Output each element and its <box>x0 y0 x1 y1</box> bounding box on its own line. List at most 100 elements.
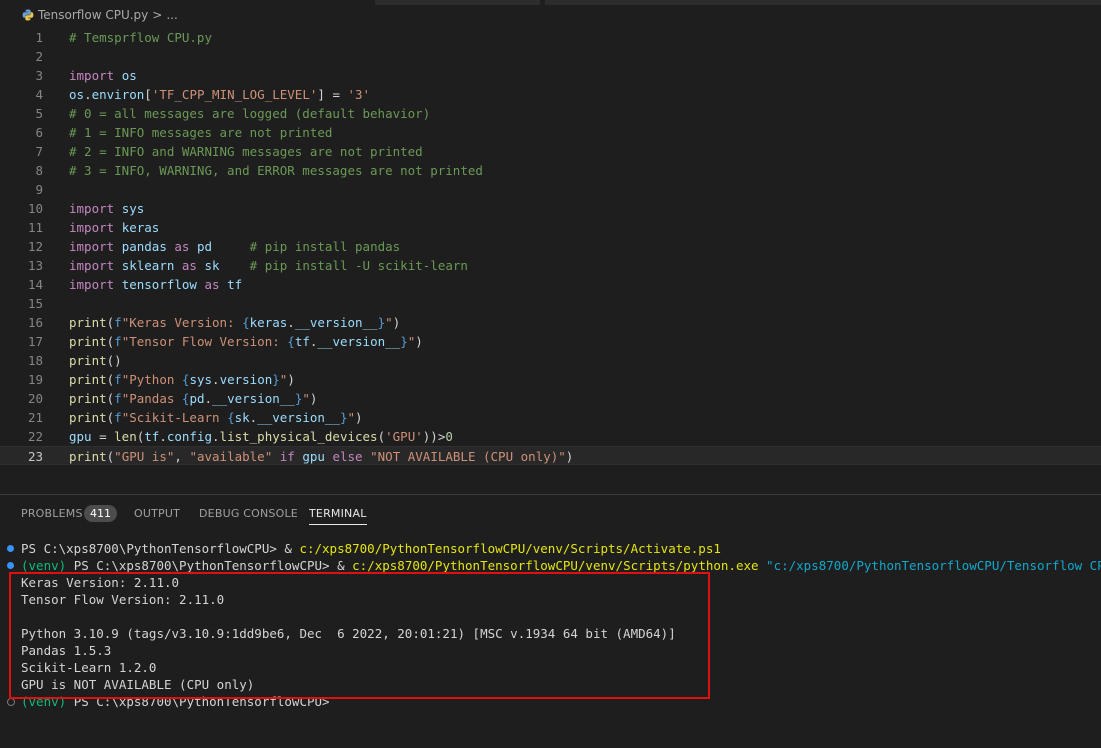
command-decoration-icon[interactable] <box>7 562 14 569</box>
code-editor[interactable]: 1 # Temsprflow CPU.py 2 3 import os 4 os.envir… <box>0 28 1101 488</box>
code-line[interactable]: 10 import sys <box>0 199 1101 218</box>
code-token: os <box>121 68 137 83</box>
line-number: 16 <box>27 315 43 330</box>
code-line[interactable]: 4 os.environ['TF_CPP_MIN_LOG_LEVEL'] = '3… <box>0 85 1101 104</box>
code-text: gpu = len(tf.config.list_physical_device… <box>69 427 453 446</box>
code-line[interactable]: 1 # Temsprflow CPU.py <box>0 28 1101 47</box>
code-token: "NOT AVAILABLE (CPU only)" <box>370 449 566 464</box>
code-line[interactable]: 3 import os <box>0 66 1101 85</box>
code-line[interactable]: 22 gpu = len(tf.config.list_physical_devi… <box>0 427 1101 446</box>
code-token: __version__ <box>257 410 340 425</box>
code-text: print(f"Tensor Flow Version: {tf.__versi… <box>69 332 423 351</box>
code-token: # pip install -U scikit-learn <box>249 258 468 273</box>
code-token: } <box>339 410 348 425</box>
code-line[interactable]: 15 <box>0 294 1101 313</box>
code-token: import <box>69 277 115 292</box>
code-token: ) <box>355 410 363 425</box>
line-number: 21 <box>27 410 43 425</box>
code-token: # pip install pandas <box>249 239 401 254</box>
code-line[interactable]: 9 <box>0 180 1101 199</box>
code-token: " <box>385 315 393 330</box>
terminal-token: PS C:\xps8700\PythonTensorflowCPU> & <box>21 541 300 556</box>
line-number: 20 <box>27 391 43 406</box>
line-number: 10 <box>27 201 43 216</box>
code-line[interactable]: 16 print(f"Keras Version: {keras.__versio… <box>0 313 1101 332</box>
tab-output[interactable]: OUTPUT <box>134 507 180 520</box>
code-token: , <box>174 449 190 464</box>
code-token: len <box>114 429 137 444</box>
code-token: ) <box>565 449 574 464</box>
code-token: 'GPU' <box>385 429 423 444</box>
code-token: import <box>69 239 115 254</box>
tab-debug-console[interactable]: DEBUG CONSOLE <box>199 507 298 520</box>
command-decoration-icon[interactable] <box>7 698 15 706</box>
line-number: 14 <box>27 277 43 292</box>
code-token: as <box>181 258 197 273</box>
command-decoration-icon[interactable] <box>7 545 14 552</box>
code-token: print <box>69 353 107 368</box>
code-token: tf <box>227 277 243 292</box>
line-number: 22 <box>27 429 43 444</box>
code-token: sk <box>204 258 220 273</box>
code-line[interactable]: 20 print(f"Pandas {pd.__version__}") <box>0 389 1101 408</box>
code-token: 0 <box>445 429 453 444</box>
code-token: { <box>287 334 295 349</box>
python-file-icon <box>22 9 34 21</box>
line-number: 15 <box>27 296 43 311</box>
code-token: keras <box>249 315 288 330</box>
code-line[interactable]: 23 print("GPU is", "available" if gpu els… <box>0 446 1101 465</box>
code-line[interactable]: 6 # 1 = INFO messages are not printed <box>0 123 1101 142</box>
code-line[interactable]: 12 import pandas as pd # pip install pand… <box>0 237 1101 256</box>
code-token: # 1 = INFO messages are not printed <box>69 125 333 140</box>
code-token: "GPU is" <box>114 449 175 464</box>
code-token: "available" <box>189 449 273 464</box>
code-line[interactable]: 17 print(f"Tensor Flow Version: {tf.__ver… <box>0 332 1101 351</box>
breadcrumb[interactable]: Tensorflow CPU.py > ... <box>0 0 1101 30</box>
code-line[interactable]: 11 import keras <box>0 218 1101 237</box>
tab-terminal[interactable]: TERMINAL <box>309 507 367 525</box>
code-token: = <box>91 429 115 444</box>
code-token: print <box>69 372 107 387</box>
code-token: sk <box>234 410 250 425</box>
code-line[interactable]: 19 print(f"Python {sys.version}") <box>0 370 1101 389</box>
code-text: # 2 = INFO and WARNING messages are not … <box>69 142 423 161</box>
code-token: print <box>69 315 107 330</box>
tab-problems[interactable]: PROBLEMS <box>21 507 83 520</box>
breadcrumb-file[interactable]: Tensorflow CPU.py <box>38 8 148 22</box>
code-token: import <box>69 220 115 235</box>
code-line[interactable]: 5 # 0 = all messages are logged (default … <box>0 104 1101 123</box>
code-text: # Temsprflow CPU.py <box>69 28 212 47</box>
code-line[interactable]: 14 import tensorflow as tf <box>0 275 1101 294</box>
code-text: print(f"Keras Version: {keras.__version_… <box>69 313 400 332</box>
code-token: sys <box>189 372 213 387</box>
code-line[interactable]: 7 # 2 = INFO and WARNING messages are not… <box>0 142 1101 161</box>
line-number: 4 <box>35 87 43 102</box>
code-text: os.environ['TF_CPP_MIN_LOG_LEVEL'] = '3' <box>69 85 370 104</box>
code-line[interactable]: 2 <box>0 47 1101 66</box>
code-token: "Python <box>121 372 182 387</box>
code-token: " <box>347 410 356 425</box>
code-token: keras <box>121 220 160 235</box>
code-token: __version__ <box>317 334 401 349</box>
code-line[interactable]: 8 # 3 = INFO, WARNING, and ERROR messages… <box>0 161 1101 180</box>
code-token: '3' <box>347 87 371 102</box>
code-token: as <box>174 239 190 254</box>
code-text: # 1 = INFO messages are not printed <box>69 123 332 142</box>
code-token: { <box>242 315 250 330</box>
code-line[interactable]: 13 import sklearn as sk # pip install -U … <box>0 256 1101 275</box>
code-token: sys <box>121 201 145 216</box>
breadcrumb-more[interactable]: ... <box>166 8 177 22</box>
code-text: import keras <box>69 218 159 237</box>
terminal-line: PS C:\xps8700\PythonTensorflowCPU> & c:/… <box>0 540 1101 557</box>
code-token: __version__ <box>294 315 378 330</box>
tab-strip-segment <box>375 0 540 5</box>
code-line[interactable]: 21 print(f"Scikit-Learn {sk.__version__}"… <box>0 408 1101 427</box>
line-number: 1 <box>35 30 43 45</box>
code-line[interactable]: 18 print() <box>0 351 1101 370</box>
code-token: [ <box>144 87 152 102</box>
line-number: 3 <box>35 68 43 83</box>
problems-count-badge: 411 <box>84 505 117 522</box>
